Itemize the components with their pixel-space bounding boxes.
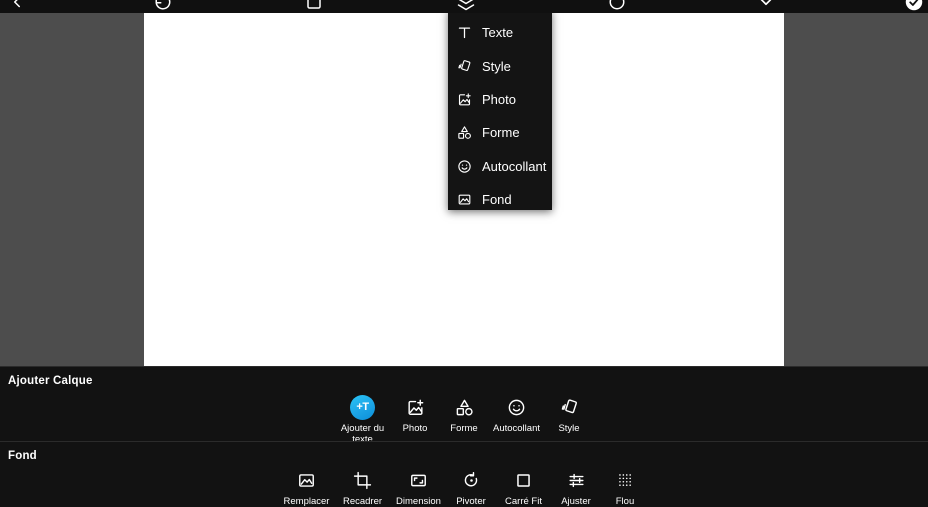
menu-item-label: Photo (482, 91, 516, 107)
add-layer-dropdown-menu[interactable]: Texte Style Photo Forme Autocollant Fond (448, 10, 552, 210)
add-layer-tool-row: +T Ajouter du texte Photo Forme Autocoll… (0, 394, 928, 445)
style-icon (556, 394, 582, 420)
panel-divider (0, 441, 928, 442)
menu-item-photo[interactable]: Photo (448, 83, 552, 116)
tool-label: Autocollant (492, 423, 540, 434)
panel-title-fond: Fond (8, 450, 37, 462)
tool-remplacer[interactable]: Remplacer (279, 467, 335, 507)
shape-icon (451, 394, 477, 420)
tool-label: Recadrer (342, 496, 383, 507)
tool-label: Dimension (396, 496, 441, 507)
background-panel: Fond Remplacer Recadrer Dimension Pivote… (0, 441, 928, 507)
square-fit-icon (511, 467, 537, 493)
crop-icon (350, 467, 376, 493)
shape-icon (456, 124, 473, 141)
tool-label: Flou (615, 496, 635, 507)
dimension-icon (406, 467, 432, 493)
menu-item-label: Style (482, 58, 511, 74)
menu-item-label: Forme (482, 125, 520, 141)
add-text-badge-icon: +T (350, 394, 376, 420)
menu-item-fond[interactable]: Fond (448, 183, 552, 216)
menu-item-label: Fond (482, 192, 512, 208)
tool-style[interactable]: Style (545, 394, 594, 434)
sliders-icon (563, 467, 589, 493)
menu-item-label: Autocollant (482, 158, 547, 174)
tool-ajouter-du-texte[interactable]: +T Ajouter du texte (335, 394, 391, 445)
tool-label: Ajuster (561, 496, 591, 507)
style-icon (456, 58, 473, 75)
menu-item-autocollant[interactable]: Autocollant (448, 150, 552, 183)
tool-ajuster[interactable]: Ajuster (552, 467, 601, 507)
menu-item-forme[interactable]: Forme (448, 116, 552, 149)
chevron-down-icon[interactable] (755, 0, 777, 13)
redo-icon[interactable] (303, 0, 325, 13)
background-tool-row: Remplacer Recadrer Dimension Pivoter Car… (0, 467, 928, 507)
tool-photo[interactable]: Photo (391, 394, 440, 434)
top-toolbar (0, 0, 928, 13)
tool-flou[interactable]: Flou (601, 467, 650, 507)
tool-label: Remplacer (283, 496, 330, 507)
tool-dimension[interactable]: Dimension (391, 467, 447, 507)
photo-editor-app: Texte Style Photo Forme Autocollant Fond… (0, 0, 928, 507)
back-arrow-icon[interactable] (6, 0, 28, 13)
menu-item-style[interactable]: Style (448, 49, 552, 82)
menu-item-texte[interactable]: Texte (448, 16, 552, 49)
layers-icon[interactable] (455, 0, 477, 13)
tool-label: Photo (402, 423, 428, 434)
panel-title-add-layer: Ajouter Calque (8, 375, 93, 387)
image-icon (294, 467, 320, 493)
tool-label: Style (558, 423, 580, 434)
tool-autocollant[interactable]: Autocollant (489, 394, 545, 434)
tool-carre-fit[interactable]: Carré Fit (496, 467, 552, 507)
tool-label: Forme (450, 423, 478, 434)
sticker-smiley-icon (456, 158, 473, 175)
tool-label: Pivoter (456, 496, 486, 507)
add-layer-panel: Ajouter Calque +T Ajouter du texte Photo… (0, 366, 928, 445)
photo-add-icon (456, 91, 473, 108)
tool-label: Carré Fit (505, 496, 542, 507)
panel-divider (0, 366, 928, 367)
tool-forme[interactable]: Forme (440, 394, 489, 434)
confirm-check-icon[interactable] (903, 0, 925, 13)
undo-icon[interactable] (152, 0, 174, 13)
blur-grid-icon (612, 467, 638, 493)
resize-icon[interactable] (606, 0, 628, 13)
background-image-icon (456, 191, 473, 208)
sticker-smiley-icon (504, 394, 530, 420)
text-icon (456, 24, 473, 41)
tool-recadrer[interactable]: Recadrer (335, 467, 391, 507)
photo-add-icon (402, 394, 428, 420)
menu-item-label: Texte (482, 25, 514, 41)
rotate-icon (458, 467, 484, 493)
tool-pivoter[interactable]: Pivoter (447, 467, 496, 507)
